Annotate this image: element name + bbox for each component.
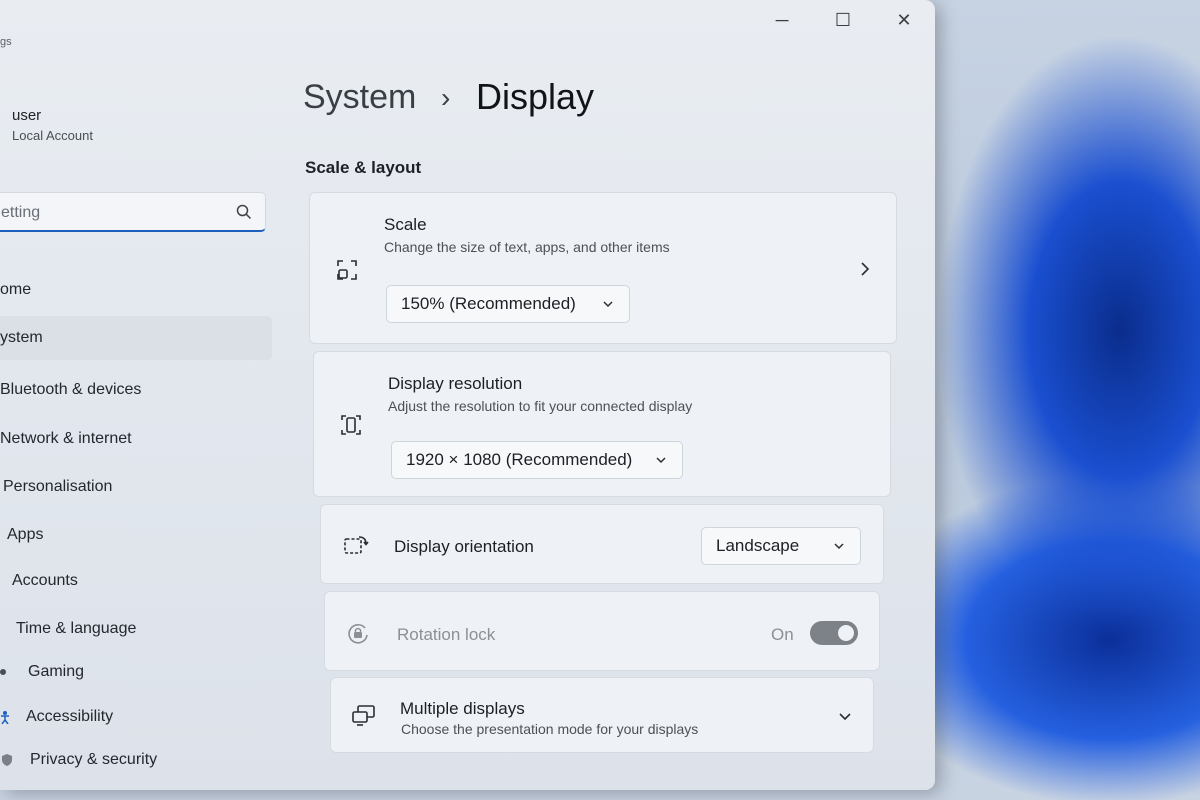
section-title: Scale & layout xyxy=(305,158,422,177)
profile-account-type: Local Account xyxy=(12,128,93,143)
scale-dropdown-value: 150% (Recommended) xyxy=(401,294,576,313)
sidebar-item-label: ome xyxy=(0,281,32,298)
profile-name: user xyxy=(12,107,42,124)
orientation-icon xyxy=(344,536,369,554)
sidebar-item-network[interactable]: Network & internet xyxy=(0,417,270,461)
rotation-lock-title: Rotation lock xyxy=(397,625,496,644)
scale-card[interactable]: Scale Change the size of text, apps, and… xyxy=(309,192,897,344)
scale-icon xyxy=(337,260,357,280)
sidebar-item-label: Gaming xyxy=(28,663,85,680)
shield-icon xyxy=(2,754,12,766)
orientation-dropdown-value: Landscape xyxy=(716,536,800,555)
sidebar-item-home[interactable]: ome xyxy=(0,268,270,312)
sidebar-item-apps[interactable]: Apps xyxy=(7,513,277,557)
search-input[interactable]: etting xyxy=(0,192,266,232)
maximize-button[interactable]: ☐ xyxy=(823,6,863,34)
chevron-down-icon xyxy=(834,543,844,550)
multiple-displays-icon xyxy=(352,705,375,726)
sidebar-item-accounts[interactable]: Accounts xyxy=(12,559,282,603)
page-title: Display xyxy=(476,76,595,117)
breadcrumb-parent[interactable]: System xyxy=(303,78,416,117)
sidebar-item-label: ystem xyxy=(0,329,43,346)
gaming-icon xyxy=(0,669,6,675)
rotation-lock-icon xyxy=(348,623,368,644)
resolution-dropdown-value: 1920 × 1080 (Recommended) xyxy=(406,450,633,469)
sidebar-item-label: Personalisation xyxy=(3,478,113,495)
breadcrumb-separator: › xyxy=(441,82,451,113)
sidebar-item-label: Apps xyxy=(7,526,44,543)
scale-title: Scale xyxy=(384,215,427,234)
orientation-dropdown[interactable]: Landscape xyxy=(701,527,861,565)
toggle-knob xyxy=(838,625,854,641)
chevron-down-icon xyxy=(656,457,666,464)
app-title: gs xyxy=(0,36,12,48)
sidebar-item-time-language[interactable]: Time & language xyxy=(16,607,286,651)
resolution-dropdown[interactable]: 1920 × 1080 (Recommended) xyxy=(391,441,683,479)
resolution-subtitle: Adjust the resolution to fit your connec… xyxy=(388,398,693,414)
resolution-title: Display resolution xyxy=(388,374,523,393)
chevron-down-icon xyxy=(603,301,613,308)
chevron-down-icon[interactable] xyxy=(837,710,853,724)
sidebar-item-label: Bluetooth & devices xyxy=(0,381,142,398)
minimize-button[interactable]: ─ xyxy=(762,6,802,34)
sidebar-item-accessibility[interactable]: Accessibility xyxy=(0,695,270,739)
accessibility-icon xyxy=(1,711,9,724)
resolution-icon xyxy=(341,415,361,435)
sidebar-item-label: Accessibility xyxy=(26,708,114,725)
sidebar-item-system[interactable]: ystem xyxy=(0,316,272,360)
chevron-right-icon[interactable] xyxy=(858,261,872,277)
sidebar-item-privacy[interactable]: Privacy & security xyxy=(0,738,270,782)
search-input-text: etting xyxy=(1,204,41,221)
search-icon[interactable] xyxy=(235,203,253,221)
multiple-displays-title: Multiple displays xyxy=(400,699,525,718)
rotation-lock-state: On xyxy=(771,625,794,644)
sidebar-item-label: Network & internet xyxy=(0,430,132,447)
scale-subtitle: Change the size of text, apps, and other… xyxy=(384,239,670,255)
multiple-displays-card[interactable]: Multiple displays Choose the presentatio… xyxy=(330,677,874,753)
sidebar-item-label: Accounts xyxy=(12,572,78,589)
sidebar-item-personalisation[interactable]: Personalisation xyxy=(3,465,273,509)
multiple-displays-subtitle: Choose the presentation mode for your di… xyxy=(401,721,699,737)
sidebar-item-label: Privacy & security xyxy=(30,751,158,768)
sidebar-item-gaming[interactable]: Gaming xyxy=(0,650,270,694)
scale-dropdown[interactable]: 150% (Recommended) xyxy=(386,285,630,323)
sidebar-item-label: Time & language xyxy=(16,620,137,637)
orientation-card: Display orientation Landscape xyxy=(320,504,884,584)
close-button[interactable]: ✕ xyxy=(884,6,924,34)
rotation-lock-toggle[interactable] xyxy=(810,621,858,645)
rotation-lock-card: Rotation lock On xyxy=(324,591,880,671)
orientation-title: Display orientation xyxy=(394,537,534,556)
settings-window: gs ─ ☐ ✕ user Local Account etting ome y… xyxy=(0,0,935,790)
resolution-card: Display resolution Adjust the resolution… xyxy=(313,351,891,497)
sidebar-item-bluetooth[interactable]: Bluetooth & devices xyxy=(0,368,270,412)
